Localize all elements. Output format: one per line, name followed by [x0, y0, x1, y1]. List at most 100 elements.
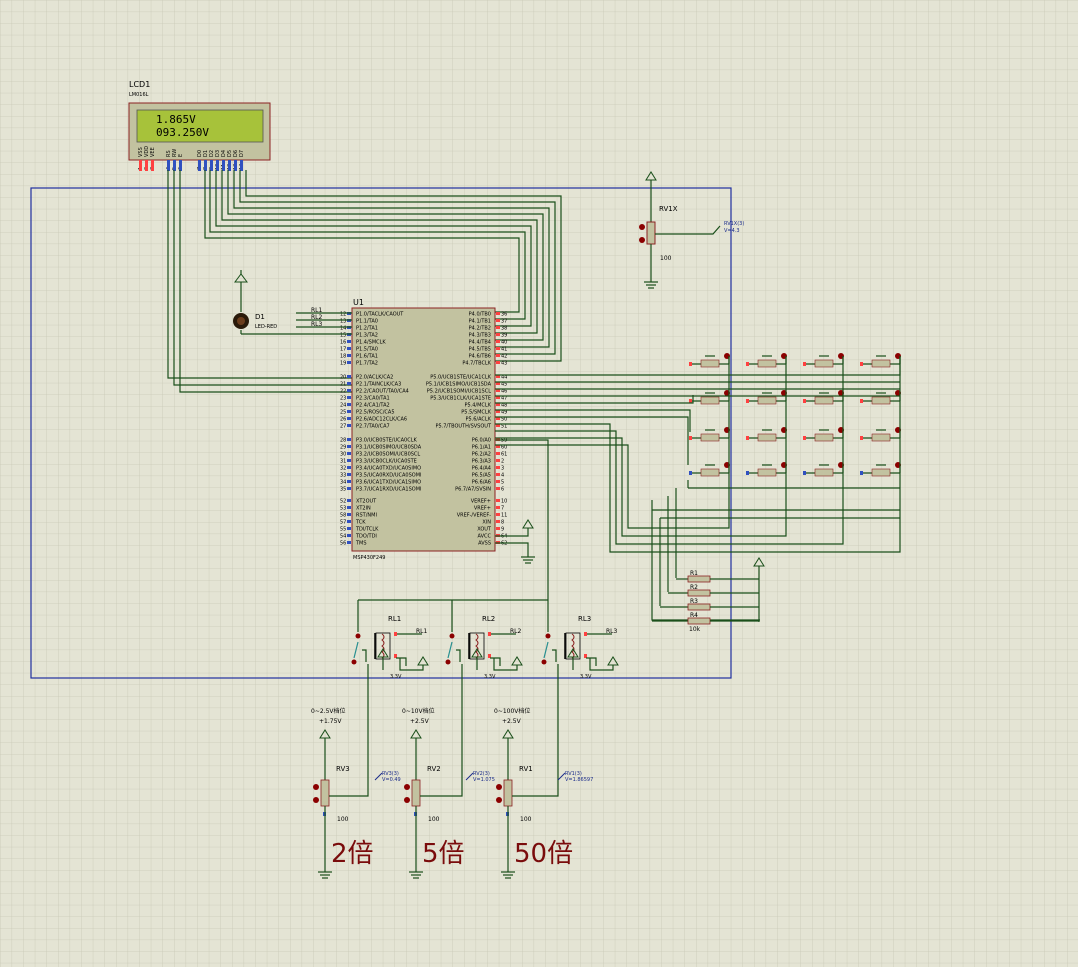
mcu-pin [347, 499, 351, 502]
svg-text:R4: R4 [690, 612, 698, 619]
gain-label: 50倍 [514, 839, 573, 869]
mcu-pin-name: P3.4/UCA0TXD/UCA0SIMO [356, 466, 421, 472]
lcd-pin [234, 160, 237, 171]
mcu-pin-name: P6.0/A0 [472, 438, 491, 444]
lcd-pin [222, 160, 225, 171]
mcu-pin-name: P5.5/SMCLK [461, 410, 491, 416]
mcu-pin-number: 23 [340, 396, 346, 402]
lcd-pin [204, 160, 207, 171]
mcu-pin-name: P4.3/TB3 [469, 333, 491, 339]
lcd-pin-label: VEE [150, 147, 156, 157]
mcu-pin-name: P5.0/UCB1STE/UCA1CLK [430, 375, 492, 381]
mcu-pin-name: AVCC [477, 534, 491, 540]
mcu-pin-number: 39 [501, 333, 507, 339]
mcu-pin-number: 35 [340, 487, 346, 493]
schematic-canvas: LCD1 LM016L 1.865V 093.250V VSS1VDD2VEE3… [0, 0, 1078, 967]
mcu-pin-name: P1.4/SMCLK [356, 340, 386, 346]
mcu-pin-number: 8 [501, 520, 504, 526]
mcu-pin-name: P2.4/CA1/TA2 [356, 403, 390, 409]
mcu-pin [496, 513, 500, 516]
mcu-pin-number: 29 [340, 445, 346, 451]
mcu-pin-name: P1.1/TA0 [356, 319, 378, 325]
mcu-pin [347, 506, 351, 509]
pot-probe-value: V=1.075 [473, 777, 495, 783]
pot-value: 100 [337, 816, 349, 823]
pot-ref: RV1 [519, 765, 533, 773]
mcu-pin [496, 527, 500, 530]
lcd-pin [240, 160, 243, 171]
mcu-pin-number: 36 [501, 312, 507, 318]
svg-text:10k: 10k [689, 626, 701, 633]
lcd-pin [173, 160, 176, 171]
pot-probe-value: V=1.86597 [565, 777, 593, 783]
mcu-pin-name: XIN [482, 520, 491, 526]
mcu-pin-number: 43 [501, 361, 507, 367]
mcu-pin [347, 424, 351, 427]
mcu-pin-number: 41 [501, 347, 507, 353]
lcd-pin [198, 160, 201, 171]
mcu-pin-name: VREF+ [474, 506, 491, 512]
mcu-pin-number: 27 [340, 424, 346, 430]
mcu-u1[interactable]: U1 MSP430F249 12 P1.0/TACLK/CAOUT13 P1.1/T… [340, 298, 507, 561]
mcu-pin-number: 22 [340, 389, 346, 395]
lcd-model: LM016L [129, 92, 149, 98]
mcu-pin-name: P4.5/TB5 [469, 347, 491, 353]
mcu-model: MSP430F249 [353, 555, 385, 561]
mcu-pin [496, 340, 500, 343]
mcu-pin [347, 452, 351, 455]
mcu-pin [347, 513, 351, 516]
mcu-pin-name: XT2OUT [356, 499, 377, 505]
mcu-pin [347, 534, 351, 537]
svg-text:RL2: RL2 [510, 628, 522, 635]
mcu-pin-number: 3 [501, 466, 504, 472]
lcd-line2: 093.250V [156, 126, 209, 139]
mcu-pin-name: VREF-/VEREF- [457, 513, 492, 519]
mcu-pin-name: P6.6/A6 [472, 480, 491, 486]
mcu-pin [347, 466, 351, 469]
mcu-pin [347, 354, 351, 357]
mcu-pin [496, 326, 500, 329]
svg-text:100: 100 [660, 255, 672, 262]
mcu-pin-number: 7 [501, 506, 504, 512]
mcu-pin-name: P6.3/A3 [472, 459, 491, 465]
mcu-ref: U1 [353, 298, 364, 307]
mcu-pin-number: 52 [340, 499, 346, 505]
mcu-pin-number: 61 [501, 452, 507, 458]
mcu-pin [496, 347, 500, 350]
mcu-pin-name: P4.6/TB6 [469, 354, 491, 360]
mcu-pin-name: P4.2/TB2 [469, 326, 491, 332]
lcd-pin [167, 160, 170, 171]
mcu-pin-number: 55 [340, 527, 346, 533]
mcu-pin-name: P1.2/TA1 [356, 326, 378, 332]
relay-supply: 3.3V [390, 674, 402, 680]
mcu-pin-name: P5.6/ACLK [465, 417, 491, 423]
mcu-pin-name: P2.3/CA0/TA1 [356, 396, 390, 402]
svg-text:V=4.3: V=4.3 [724, 228, 740, 234]
mcu-pin-name: VEREF+ [471, 499, 491, 505]
mcu-pin [347, 527, 351, 530]
mcu-pin-name: P2.2/CAOUT/TA0/CA4 [356, 389, 409, 395]
mcu-pin-number: 21 [340, 382, 346, 388]
mcu-pin-number: 30 [340, 452, 346, 458]
lcd-pin [151, 160, 154, 171]
mcu-pin-name: P6.2/A2 [472, 452, 491, 458]
mcu-pin-name: P6.7/A7/SVSIN [455, 487, 491, 493]
mcu-pin-name: RST/NMI [356, 513, 377, 519]
mcu-pin-number: 31 [340, 459, 346, 465]
mcu-pin-number: 9 [501, 527, 504, 533]
mcu-pin [347, 389, 351, 392]
mcu-pin-name: P4.7/TBCLK [462, 361, 491, 367]
mcu-pin-name: P6.5/A5 [472, 473, 491, 479]
gain-label: 2倍 [331, 839, 374, 869]
mcu-pin-name: P2.1/TAINCLK/CA3 [356, 382, 401, 388]
mcu-pin-name: TCK [355, 520, 366, 526]
mcu-pin-number: 10 [501, 499, 507, 505]
mcu-pin [347, 347, 351, 350]
mcu-pin [347, 487, 351, 490]
relay-supply: 3.3V [580, 674, 592, 680]
mcu-pin-name: P6.1/A1 [472, 445, 491, 451]
lcd-pin [145, 160, 148, 171]
svg-text:R3: R3 [690, 598, 698, 605]
pot-ref: RV2 [427, 765, 441, 773]
lcd-pin [179, 160, 182, 171]
